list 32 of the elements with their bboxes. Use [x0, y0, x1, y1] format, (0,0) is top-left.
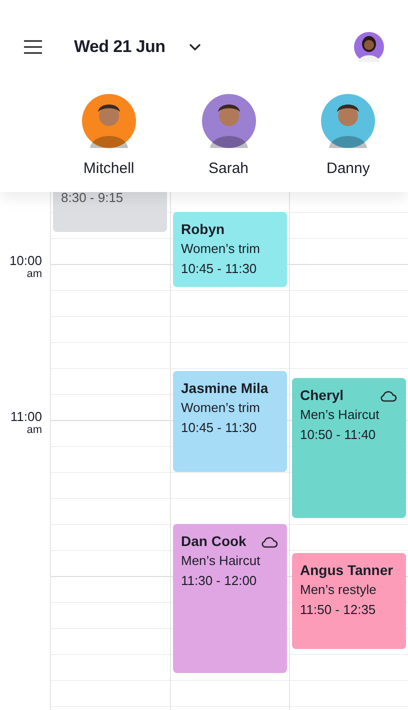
appointment-card[interactable]: Robyn Women’s trim 10:45 - 11:30: [173, 212, 287, 287]
staff-name: Sarah: [208, 159, 249, 179]
date-label[interactable]: Wed 21 Jun: [66, 34, 166, 60]
time-label: 10:00: [9, 254, 42, 268]
chevron-down-icon[interactable]: [189, 43, 202, 51]
client-name: Jasmine Mila: [181, 379, 268, 398]
appointment-card[interactable]: 8:30 - 9:15: [53, 192, 167, 232]
time-period: am: [26, 268, 42, 280]
service-name: Men’s Haircut: [181, 552, 260, 570]
appointment-card[interactable]: Angus Tanner Men’s restyle 11:50 - 12:35: [292, 553, 406, 649]
appointment-time: 10:45 - 11:30: [181, 419, 257, 437]
time-period: am: [26, 424, 42, 436]
appointment-time: 11:30 - 12:00: [181, 572, 257, 590]
appointment-time: 10:50 - 11:40: [300, 426, 376, 444]
client-name: Robyn: [181, 220, 225, 239]
appointment-card[interactable]: Cheryl Men’s Haircut 10:50 - 11:40: [292, 378, 406, 518]
client-name: Angus Tanner: [300, 561, 394, 580]
time-label: 11:00: [10, 410, 42, 424]
appointment-time: 8:30 - 9:15: [61, 192, 124, 207]
service-name: Men’s Haircut: [300, 406, 380, 424]
appointment-time: 11:50 - 12:35: [300, 601, 376, 619]
appointment-card[interactable]: Jasmine Mila Women’s trim 10:45 - 11:30: [173, 371, 287, 472]
service-name: Women’s trim: [181, 240, 260, 258]
service-name: Men’s restyle: [300, 581, 376, 599]
client-name: Dan Cook: [181, 532, 246, 551]
service-name: Women’s trim: [181, 399, 260, 417]
client-name: Cheryl: [300, 386, 344, 405]
staff-name: Mitchell: [83, 159, 134, 179]
menu-icon[interactable]: [24, 40, 42, 54]
appointment-card[interactable]: Dan Cook Men’s Haircut 11:30 - 12:00: [173, 524, 287, 673]
staff-name: Danny: [326, 159, 370, 179]
appointment-time: 10:45 - 11:30: [181, 260, 257, 278]
